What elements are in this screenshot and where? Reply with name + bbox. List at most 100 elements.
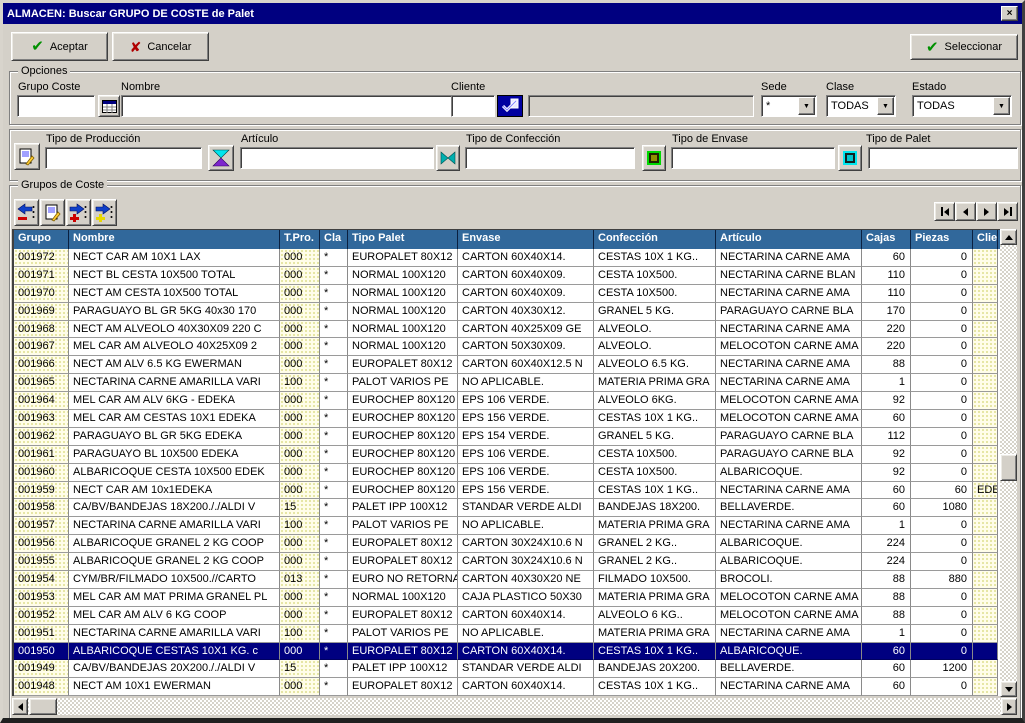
nav-first-button[interactable] [934,202,955,221]
tipo-envase-input[interactable] [671,147,835,169]
cell: 0 [911,392,973,410]
column-header[interactable]: Tipo Palet [348,230,458,249]
table-row[interactable]: 001967MEL CAR AM ALVEOLO 40X25X09 2000*N… [14,338,1000,356]
scroll-up-button[interactable] [1000,229,1017,245]
cell: NECTARINA CARNE AMARILLA VARI [69,517,280,535]
table-row[interactable]: 001963MEL CAR AM CESTAS 10X1 EDEKA000*EU… [14,410,1000,428]
table-row[interactable]: 001966NECT AM ALV 6.5 KG EWERMAN000*EURO… [14,356,1000,374]
close-icon[interactable]: × [1001,6,1018,21]
horizontal-scrollbar[interactable] [12,698,1017,715]
table-row[interactable]: 001970NECT AM CESTA 10X500 TOTAL000*NORM… [14,285,1000,303]
table-row[interactable]: 001964MEL CAR AM ALV 6KG - EDEKA000*EURO… [14,392,1000,410]
horizontal-scroll-thumb[interactable] [29,698,57,715]
remove-row-button[interactable] [14,199,39,226]
nombre-input[interactable] [121,95,453,117]
chevron-down-icon[interactable]: ▼ [877,97,894,115]
table-row[interactable]: 001950ALBARICOQUE CESTAS 10X1 KG. c000*E… [14,643,1000,661]
scroll-right-button[interactable] [1001,698,1017,715]
column-header[interactable]: Confección [594,230,716,249]
column-header[interactable]: Clie [973,230,998,249]
table-row[interactable]: 001969PARAGUAYO BL GR 5KG 40x30 170000*N… [14,303,1000,321]
add-special-row-button[interactable] [92,199,117,226]
cancelar-label: Cancelar [147,41,191,53]
cell: NORMAL 100X120 [348,303,458,321]
cell: 000 [280,482,320,500]
vertical-scroll-thumb[interactable] [1000,454,1017,481]
cell [973,643,998,661]
cell: 1 [862,625,911,643]
tipo-produccion-input[interactable] [45,147,202,169]
clase-select[interactable]: TODAS ▼ [826,95,896,117]
grupo-coste-browse-button[interactable] [98,95,120,117]
aceptar-button[interactable]: ✔ Aceptar [11,32,108,61]
table-row[interactable]: 001952MEL CAR AM ALV 6 KG COOP000*EUROPA… [14,607,1000,625]
seleccionar-button[interactable]: ✔ Seleccionar [910,34,1018,60]
column-header[interactable]: Grupo [14,230,69,249]
table-row[interactable]: 001948NECT AM 10X1 EWERMAN000*EUROPALET … [14,678,1000,696]
table-row[interactable]: 001968NECT AM ALVEOLO 40X30X09 220 C000*… [14,321,1000,339]
cell: 0 [911,267,973,285]
edit-row-button[interactable] [40,199,65,226]
check-icon: ✔ [31,39,44,54]
nav-previous-button[interactable] [955,202,976,221]
cell: NECT AM 10X1 EWERMAN [69,678,280,696]
column-header[interactable]: Nombre [69,230,280,249]
cell: 000 [280,589,320,607]
estado-select[interactable]: TODAS ▼ [912,95,1012,117]
table-row[interactable]: 001954CYM/BR/FILMADO 10X500.//CARTO013*E… [14,571,1000,589]
tipo-envase-browse-button[interactable] [642,145,666,171]
scroll-down-button[interactable] [1000,681,1017,697]
grupo-coste-input[interactable] [17,95,95,117]
cell: MEL CAR AM ALV 6KG - EDEKA [69,392,280,410]
cliente-check-icon[interactable] [497,95,523,117]
cell: CYM/BR/FILMADO 10X500.//CARTO [69,571,280,589]
cell [973,571,998,589]
tipo-confeccion-browse-button[interactable] [436,145,460,171]
table-row[interactable]: 001958CA/BV/BANDEJAS 18X200././ALDI V15*… [14,499,1000,517]
table-row[interactable]: 001953MEL CAR AM MAT PRIMA GRANEL PL000*… [14,589,1000,607]
table-row[interactable]: 001949CA/BV/BANDEJAS 20X200././ALDI V15*… [14,660,1000,678]
table-row[interactable]: 001959NECT CAR AM 10x1EDEKA000*EUROCHEP … [14,482,1000,500]
column-header[interactable]: T.Pro. [280,230,320,249]
table-row[interactable]: 001961PARAGUAYO BL 10X500 EDEKA000*EUROC… [14,446,1000,464]
articulo-input[interactable] [240,147,434,169]
column-header[interactable]: Artículo [716,230,862,249]
cliente-code-input[interactable] [451,95,495,117]
table-row[interactable]: 001957NECTARINA CARNE AMARILLA VARI100*P… [14,517,1000,535]
palet-square-icon [842,150,858,166]
add-row-button[interactable] [66,199,91,226]
tipo-confeccion-input[interactable] [465,147,635,169]
vertical-scrollbar[interactable] [1000,229,1017,697]
cell: 001957 [14,517,69,535]
scroll-left-button[interactable] [12,698,28,715]
cell: * [320,249,348,267]
table-row[interactable]: 001956ALBARICOQUE GRANEL 2 KG COOP000*EU… [14,535,1000,553]
table-row[interactable]: 001960ALBARICOQUE CESTA 10X500 EDEK000*E… [14,464,1000,482]
table-row[interactable]: 001971NECT BL CESTA 10X500 TOTAL000*NORM… [14,267,1000,285]
table-row[interactable]: 001965NECTARINA CARNE AMARILLA VARI100*P… [14,374,1000,392]
arrow-right-icon [1004,208,1009,216]
column-header[interactable]: Envase [458,230,594,249]
column-header[interactable]: Cajas [862,230,911,249]
cancelar-button[interactable]: ✘ Cancelar [112,32,209,61]
cell: MELOCOTON CARNE AMA [716,392,862,410]
table-row[interactable]: 001962PARAGUAYO BL GR 5KG EDEKA000*EUROC… [14,428,1000,446]
title-bar[interactable]: ALMACEN: Buscar GRUPO DE COSTE de Palet … [3,3,1022,24]
column-header[interactable]: Piezas [911,230,973,249]
column-header[interactable]: Cla [320,230,348,249]
cell: CARTON 60X40X14. [458,607,594,625]
tipo-produccion-browse-button[interactable] [14,143,40,170]
nav-last-button[interactable] [997,202,1018,221]
cell: EUROPALET 80X12 [348,607,458,625]
chevron-down-icon[interactable]: ▼ [993,97,1010,115]
table-row[interactable]: 001951NECTARINA CARNE AMARILLA VARI100*P… [14,625,1000,643]
table-row[interactable]: 001972NECT CAR AM 10X1 LAX000*EUROPALET … [14,249,1000,267]
nav-next-button[interactable] [976,202,997,221]
articulo-browse-button[interactable] [208,145,234,171]
chevron-down-icon[interactable]: ▼ [798,97,815,115]
clase-value: TODAS [827,100,877,112]
tipo-palet-browse-button[interactable] [838,145,862,171]
table-row[interactable]: 001955ALBARICOQUE GRANEL 2 KG COOP000*EU… [14,553,1000,571]
sede-select[interactable]: * ▼ [761,95,817,117]
tipo-palet-input[interactable] [868,147,1018,169]
